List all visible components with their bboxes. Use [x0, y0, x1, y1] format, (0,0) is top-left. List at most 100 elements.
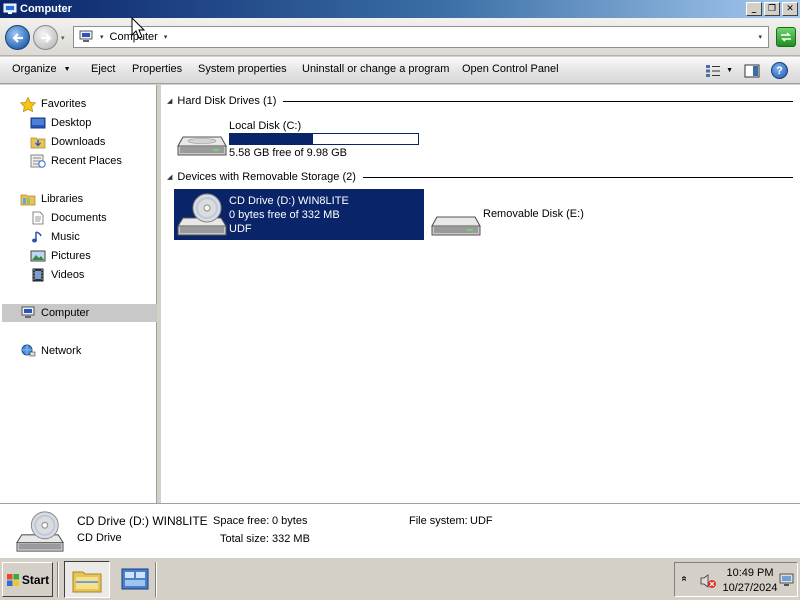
- title-bar[interactable]: Computer _ ❐ ✕: [0, 0, 800, 18]
- clock-date[interactable]: 10/27/2024: [719, 582, 781, 594]
- collapse-triangle-icon: ◢: [167, 98, 173, 105]
- back-arrow-icon: [11, 32, 23, 43]
- details-space-free-label: Space free:: [213, 515, 270, 527]
- capacity-fill: [230, 134, 313, 144]
- sidebar-item-label: Recent Places: [51, 155, 122, 167]
- close-button[interactable]: ✕: [782, 2, 798, 16]
- drive-capacity-bar: [229, 133, 419, 145]
- organize-button[interactable]: Organize ▼: [12, 63, 71, 75]
- open-control-panel-button[interactable]: Open Control Panel: [462, 63, 559, 75]
- help-button[interactable]: ?: [771, 62, 788, 79]
- collapse-triangle-icon: ◢: [167, 174, 173, 181]
- sidebar-item-label: Favorites: [41, 98, 87, 110]
- taskbar-explorer-button[interactable]: [64, 561, 110, 598]
- group-title: Devices with Removable Storage (2): [177, 171, 356, 183]
- drive-tile-d[interactable]: CD Drive (D:) WIN8LITE 0 bytes free of 3…: [174, 189, 424, 240]
- change-view-button[interactable]: [704, 63, 722, 79]
- sidebar-item-label: Network: [41, 345, 82, 357]
- drive-tile-e[interactable]: Removable Disk (E:): [429, 189, 629, 240]
- chevron-down-icon: ▼: [63, 66, 71, 73]
- folder-icon: [72, 571, 102, 592]
- computer-icon: [79, 30, 93, 42]
- desktop-icon: [30, 116, 46, 130]
- drive-name: Local Disk (C:): [229, 120, 302, 132]
- taskbar: Start « 10:49 PM 10/27/2024: [0, 557, 800, 600]
- sidebar-item-libraries[interactable]: Libraries: [20, 190, 83, 208]
- sidebar-item-music[interactable]: Music: [30, 228, 80, 246]
- preview-pane-button[interactable]: [743, 63, 761, 79]
- minimize-button[interactable]: _: [746, 2, 762, 16]
- network-status-icon[interactable]: [779, 573, 794, 587]
- preview-pane-icon: [744, 64, 760, 77]
- system-tray: « 10:49 PM 10/27/2024: [674, 562, 798, 597]
- address-history-dropdown[interactable]: ▾: [758, 33, 762, 41]
- clock-time[interactable]: 10:49 PM: [719, 567, 781, 579]
- start-button[interactable]: Start: [2, 562, 53, 597]
- sidebar-item-label: Pictures: [51, 250, 91, 262]
- group-header-removable-storage[interactable]: ◢ Devices with Removable Storage (2): [167, 170, 793, 184]
- details-pane: CD Drive (D:) WIN8LITE CD Drive Space fr…: [0, 503, 800, 557]
- uninstall-program-button[interactable]: Uninstall or change a program: [302, 63, 449, 75]
- sidebar-item-favorites[interactable]: Favorites: [20, 95, 86, 113]
- sidebar-item-label: Desktop: [51, 117, 92, 129]
- navigation-pane[interactable]: Favorites Desktop Downloads Recent Place…: [0, 85, 157, 503]
- restore-button[interactable]: ❐: [764, 2, 780, 16]
- forward-arrow-icon: [40, 32, 52, 43]
- refresh-icon: [781, 32, 791, 42]
- eject-button[interactable]: Eject: [91, 63, 115, 75]
- show-hidden-icons-button[interactable]: «: [678, 576, 689, 582]
- computer-icon: [3, 3, 17, 14]
- system-properties-button[interactable]: System properties: [198, 63, 287, 75]
- drive-name: Removable Disk (E:): [483, 208, 584, 220]
- volume-muted-icon[interactable]: [699, 573, 717, 589]
- cd-drive-icon: [177, 193, 227, 236]
- refresh-button[interactable]: [776, 27, 796, 47]
- breadcrumb-separator[interactable]: ▾: [100, 33, 104, 41]
- downloads-folder-icon: [30, 135, 46, 149]
- details-type: CD Drive: [77, 532, 122, 544]
- sidebar-item-label: Libraries: [41, 193, 84, 205]
- address-row: ▾ ▾ Computer ▾ ▾: [0, 18, 800, 56]
- sidebar-item-label: Documents: [51, 212, 107, 224]
- view-options-dropdown[interactable]: ▼: [726, 67, 733, 74]
- organize-label: Organize: [12, 63, 57, 75]
- documents-icon: [30, 211, 46, 225]
- content-pane[interactable]: ◢ Hard Disk Drives (1) Local Disk (C:) 5…: [161, 85, 800, 503]
- sidebar-item-label: Music: [51, 231, 80, 243]
- view-options-icon: [706, 64, 721, 77]
- properties-button[interactable]: Properties: [132, 63, 182, 75]
- videos-icon: [30, 268, 46, 282]
- details-file-system-label: File system:: [409, 515, 468, 527]
- details-name: CD Drive (D:) WIN8LITE: [77, 514, 208, 528]
- mouse-cursor-icon: [131, 17, 145, 39]
- group-title: Hard Disk Drives (1): [177, 95, 277, 107]
- sidebar-item-videos[interactable]: Videos: [30, 266, 84, 284]
- sidebar-item-network[interactable]: Network: [20, 342, 81, 360]
- group-divider: [283, 100, 793, 102]
- breadcrumb-separator[interactable]: ▾: [164, 33, 168, 41]
- recent-pages-dropdown[interactable]: ▾: [61, 34, 65, 42]
- recent-places-icon: [30, 154, 46, 168]
- server-manager-icon: [121, 568, 149, 589]
- details-total-size-value: 332 MB: [272, 533, 310, 545]
- cd-drive-icon: [16, 511, 64, 552]
- sidebar-item-downloads[interactable]: Downloads: [30, 133, 105, 151]
- group-header-hard-disk-drives[interactable]: ◢ Hard Disk Drives (1): [167, 94, 793, 108]
- details-space-free-value: 0 bytes: [272, 515, 308, 527]
- details-file-system-value: UDF: [470, 515, 493, 527]
- windows-logo-icon: [6, 573, 19, 586]
- sidebar-item-computer[interactable]: Computer: [2, 304, 157, 322]
- sidebar-item-pictures[interactable]: Pictures: [30, 247, 91, 265]
- taskbar-server-manager-button[interactable]: [112, 561, 158, 598]
- taskbar-divider: [57, 562, 59, 597]
- back-button[interactable]: [5, 25, 30, 50]
- forward-button[interactable]: [33, 25, 58, 50]
- star-icon: [20, 96, 36, 112]
- address-bar[interactable]: ▾ Computer ▾ ▾: [73, 26, 769, 48]
- sidebar-item-label: Downloads: [51, 136, 106, 148]
- sidebar-item-desktop[interactable]: Desktop: [30, 114, 91, 132]
- music-note-icon: [30, 230, 46, 244]
- sidebar-item-recent-places[interactable]: Recent Places: [30, 152, 122, 170]
- drive-tile-c[interactable]: Local Disk (C:) 5.58 GB free of 9.98 GB: [174, 113, 424, 161]
- sidebar-item-documents[interactable]: Documents: [30, 209, 107, 227]
